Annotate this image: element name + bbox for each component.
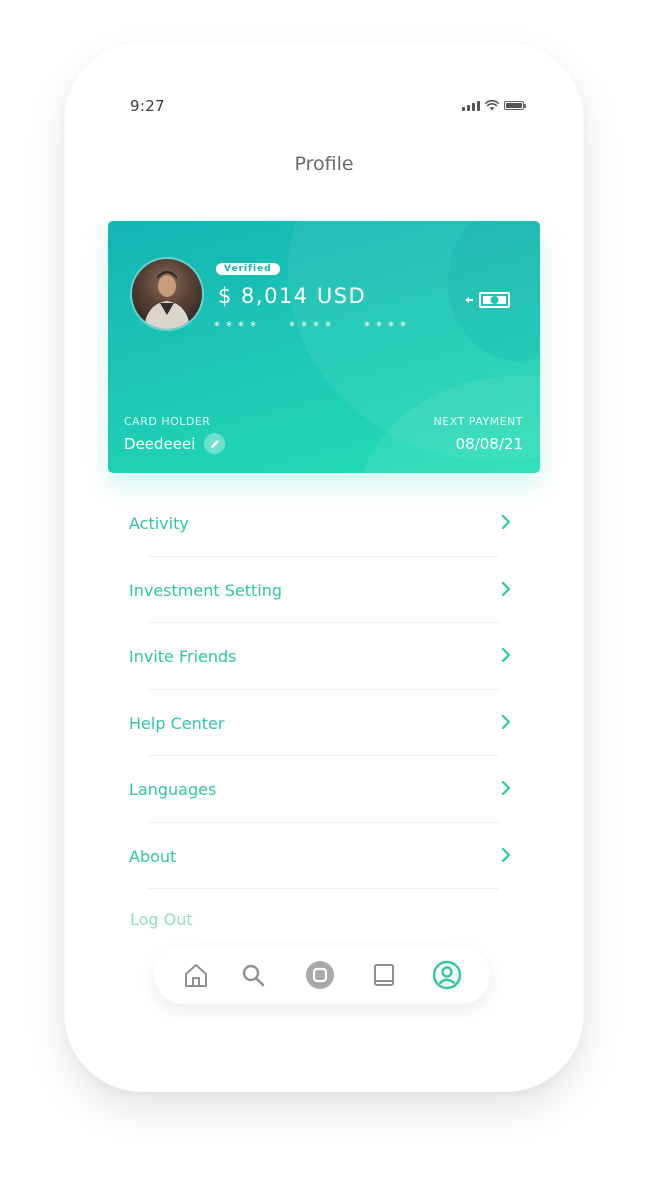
menu-item-languages[interactable]: Languages	[129, 756, 519, 823]
balance-amount: $ 8,014 USD	[218, 284, 367, 308]
chevron-right-icon	[501, 780, 511, 796]
profile-icon	[432, 960, 462, 990]
home-icon	[185, 964, 207, 987]
avatar[interactable]	[132, 259, 202, 329]
cash-transfer-icon[interactable]	[463, 291, 511, 309]
book-icon	[374, 964, 394, 986]
masked-card-group: ****	[289, 319, 337, 333]
divider	[147, 888, 499, 889]
menu-item-activity[interactable]: Activity	[129, 490, 519, 557]
menu-item-label: Invite Friends	[129, 647, 237, 666]
menu-item-label: Investment Setting	[129, 580, 282, 600]
battery-icon	[504, 101, 526, 110]
tab-library[interactable]	[369, 960, 399, 990]
next-payment-date: 08/08/21	[455, 435, 523, 453]
chevron-right-icon	[501, 581, 511, 596]
page-title: Profile	[294, 153, 354, 175]
menu-item-help-center[interactable]: Help Center	[129, 690, 519, 756]
menu-item-invite-friends[interactable]: Invite Friends	[129, 623, 519, 690]
menu-item-about[interactable]: About	[129, 823, 519, 889]
status-time: 9:27	[130, 97, 165, 115]
balance-card[interactable]: Verified $ 8,014 USD **** **** **** CARD…	[108, 221, 540, 473]
profile-menu: Activity Investment Setting Invite Frien…	[129, 490, 519, 889]
center-button-icon	[306, 961, 334, 989]
menu-item-label: Activity	[129, 514, 189, 533]
signal-icon	[462, 100, 480, 111]
tab-home[interactable]	[181, 960, 211, 990]
tab-center[interactable]	[305, 960, 335, 990]
bottom-tab-bar	[154, 946, 490, 1004]
tab-profile[interactable]	[432, 960, 462, 990]
wifi-icon	[485, 100, 499, 111]
card-holder-name: Deedeeei	[124, 435, 196, 453]
masked-card-group: ****	[214, 319, 262, 333]
chevron-right-icon	[501, 514, 511, 530]
search-icon	[242, 964, 265, 987]
menu-item-investment-setting[interactable]: Investment Setting	[129, 557, 519, 623]
chevron-right-icon	[501, 714, 511, 729]
verified-badge: Verified	[216, 263, 280, 275]
next-payment-label: NEXT PAYMENT	[433, 415, 523, 428]
tab-search[interactable]	[238, 960, 268, 990]
status-icons	[462, 100, 526, 111]
masked-card-group: ****	[364, 319, 412, 333]
menu-item-label: Help Center	[129, 713, 225, 733]
chevron-right-icon	[501, 847, 511, 862]
chevron-right-icon	[501, 647, 511, 663]
menu-item-label: About	[129, 846, 177, 866]
card-holder-label: CARD HOLDER	[124, 415, 211, 428]
menu-item-label: Languages	[129, 780, 217, 799]
logout-button[interactable]: Log Out	[130, 910, 193, 929]
edit-icon[interactable]	[204, 433, 225, 454]
